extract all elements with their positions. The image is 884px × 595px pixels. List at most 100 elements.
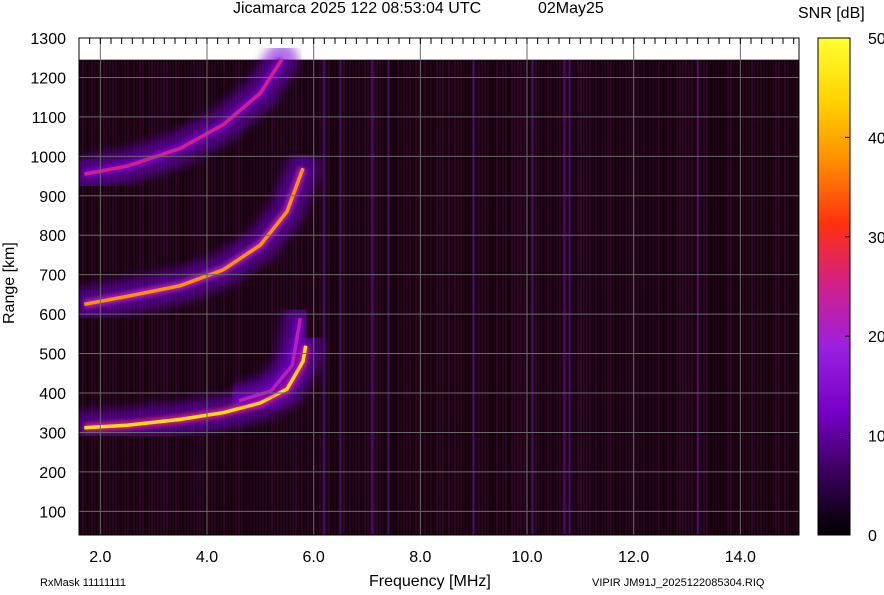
noise-column (625, 59, 627, 535)
noise-column (343, 59, 345, 535)
noise-column (529, 59, 531, 535)
colorbar-tick-label: 40 (868, 130, 884, 147)
noise-column (265, 59, 267, 535)
noise-column (781, 59, 783, 535)
noise-column (712, 59, 714, 535)
noise-column (658, 59, 660, 535)
noise-column (487, 59, 489, 535)
noise-column (355, 59, 357, 535)
noise-column (547, 59, 549, 535)
noise-column (742, 59, 744, 535)
noise-column (601, 59, 603, 535)
noise-column (622, 59, 624, 535)
noise-column (493, 59, 495, 535)
noise-column (610, 59, 612, 535)
noise-column (448, 59, 450, 535)
noise-column (724, 59, 726, 535)
noise-column (394, 59, 396, 535)
y-tick-label: 1100 (32, 110, 67, 127)
y-tick-label: 400 (39, 386, 66, 403)
noise-column (595, 59, 597, 535)
y-tick-label: 900 (39, 189, 66, 206)
ionogram-chart: 2.0 4.0 6.0 8.0 10.0 12.0 14.01002003004005006… (30, 31, 884, 566)
noise-column (574, 59, 576, 535)
noise-column (757, 59, 759, 535)
noise-column (769, 59, 771, 535)
noise-column (778, 59, 780, 535)
noise-column (628, 59, 630, 535)
noise-column (670, 59, 672, 535)
noise-column (430, 59, 432, 535)
noise-column (538, 59, 540, 535)
noise-column (289, 59, 291, 535)
noise-column (613, 59, 615, 535)
noise-column (784, 59, 786, 535)
noise-column (514, 59, 516, 535)
noise-column (730, 59, 732, 535)
noise-column (505, 59, 507, 535)
noise-column (733, 59, 735, 535)
y-tick-label: 200 (39, 465, 66, 482)
y-tick-label: 1200 (30, 70, 66, 87)
noise-column (427, 59, 429, 535)
noise-column (553, 59, 555, 535)
noise-column (475, 59, 477, 535)
noise-column (544, 59, 546, 535)
noise-column (754, 59, 756, 535)
interference-line (323, 59, 326, 535)
noise-column (490, 59, 492, 535)
interference-line (531, 59, 534, 535)
noise-column (511, 59, 513, 535)
noise-column (649, 59, 651, 535)
noise-column (259, 59, 261, 535)
chart-date: 02May25 (538, 0, 604, 17)
noise-column (748, 59, 750, 535)
noise-column (295, 59, 297, 535)
noise-column (673, 59, 675, 535)
noise-column (631, 59, 633, 535)
noise-column (790, 59, 792, 535)
noise-column (304, 59, 306, 535)
noise-column (652, 59, 654, 535)
noise-column (442, 59, 444, 535)
noise-column (688, 59, 690, 535)
y-axis-label: Range [km] (1, 242, 18, 324)
noise-column (517, 59, 519, 535)
noise-column (385, 59, 387, 535)
noise-column (718, 59, 720, 535)
noise-column (277, 59, 279, 535)
noise-column (766, 59, 768, 535)
noise-column (577, 59, 579, 535)
noise-column (466, 59, 468, 535)
noise-column (640, 59, 642, 535)
noise-column (262, 59, 264, 535)
noise-column (250, 59, 252, 535)
y-tick-label: 800 (39, 228, 66, 245)
x-tick-label: 6.0 (303, 549, 325, 566)
noise-column (589, 59, 591, 535)
rx-mask-label: RxMask 11111111 (40, 577, 127, 589)
interference-line (696, 59, 699, 535)
noise-column (319, 59, 321, 535)
noise-column (331, 59, 333, 535)
colorbar-scale (817, 37, 851, 536)
noise-column (391, 59, 393, 535)
x-tick-label: 2.0 (89, 549, 111, 566)
noise-column (682, 59, 684, 535)
noise-column (415, 59, 417, 535)
noise-column (421, 59, 423, 535)
noise-column (280, 59, 282, 535)
noise-column (382, 59, 384, 535)
noise-column (451, 59, 453, 535)
noise-column (736, 59, 738, 535)
x-tick-label: 14.0 (725, 549, 756, 566)
noise-column (772, 59, 774, 535)
noise-column (409, 59, 411, 535)
noise-column (463, 59, 465, 535)
noise-column (469, 59, 471, 535)
interference-line (339, 59, 342, 535)
file-name-label: VIPIR JM91J_2025122085304.RIQ (592, 577, 765, 589)
y-tick-label: 100 (39, 504, 66, 521)
noise-column (646, 59, 648, 535)
noise-column (580, 59, 582, 535)
